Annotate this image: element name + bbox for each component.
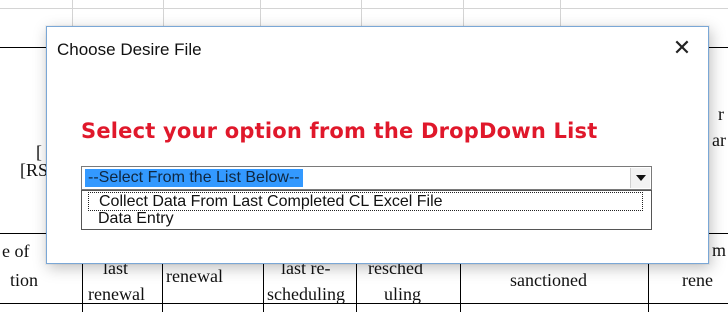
dropdown-option-data-entry[interactable]: Data Entry <box>88 210 643 229</box>
grid-line <box>463 0 464 26</box>
grid-line <box>163 0 164 26</box>
header-cell: renewal <box>88 284 145 304</box>
cell-label: r <box>718 104 724 124</box>
header-cell: scheduling <box>267 284 345 304</box>
dropdown-option-collect-data[interactable]: Collect Data From Last Completed CL Exce… <box>88 192 643 211</box>
grid-line <box>162 262 163 312</box>
file-option-combobox[interactable]: --Select From the List Below-- <box>81 166 652 190</box>
instruction-label: Select your option from the DropDown Lis… <box>81 119 598 143</box>
header-cell: uling <box>384 284 422 304</box>
header-cell: sanctioned <box>510 270 587 290</box>
header-cell: rene <box>682 270 713 290</box>
grid-line <box>560 0 561 26</box>
dialog-title: Choose Desire File <box>57 40 202 59</box>
close-icon[interactable]: ✕ <box>670 37 694 61</box>
choose-file-dialog: Choose Desire File ✕ Select your option … <box>46 26 709 264</box>
grid-line <box>648 262 649 312</box>
cell-label: [ <box>36 142 42 162</box>
chevron-down-icon <box>636 175 646 181</box>
grid-line <box>708 47 728 48</box>
grid-line <box>0 8 728 9</box>
grid-line <box>361 0 362 26</box>
header-cell: e of <box>2 241 30 261</box>
header-cell: renewal <box>166 266 223 286</box>
grid-line <box>72 0 73 26</box>
grid-line <box>460 262 461 312</box>
grid-line <box>263 262 264 312</box>
dropdown-list: Collect Data From Last Completed CL Exce… <box>81 190 652 230</box>
grid-line <box>0 233 46 234</box>
grid-line <box>708 233 728 234</box>
header-cell: m <box>712 240 727 260</box>
dropdown-button[interactable] <box>630 168 650 188</box>
grid-line <box>356 262 357 312</box>
grid-line <box>260 0 261 26</box>
combobox-selected-value: --Select From the List Below-- <box>85 169 303 187</box>
grid-line <box>82 262 83 312</box>
cell-label: ar <box>712 130 726 150</box>
cell-label: [RS <box>20 160 49 180</box>
grid-line <box>0 47 46 48</box>
header-cell: tion <box>10 270 39 290</box>
